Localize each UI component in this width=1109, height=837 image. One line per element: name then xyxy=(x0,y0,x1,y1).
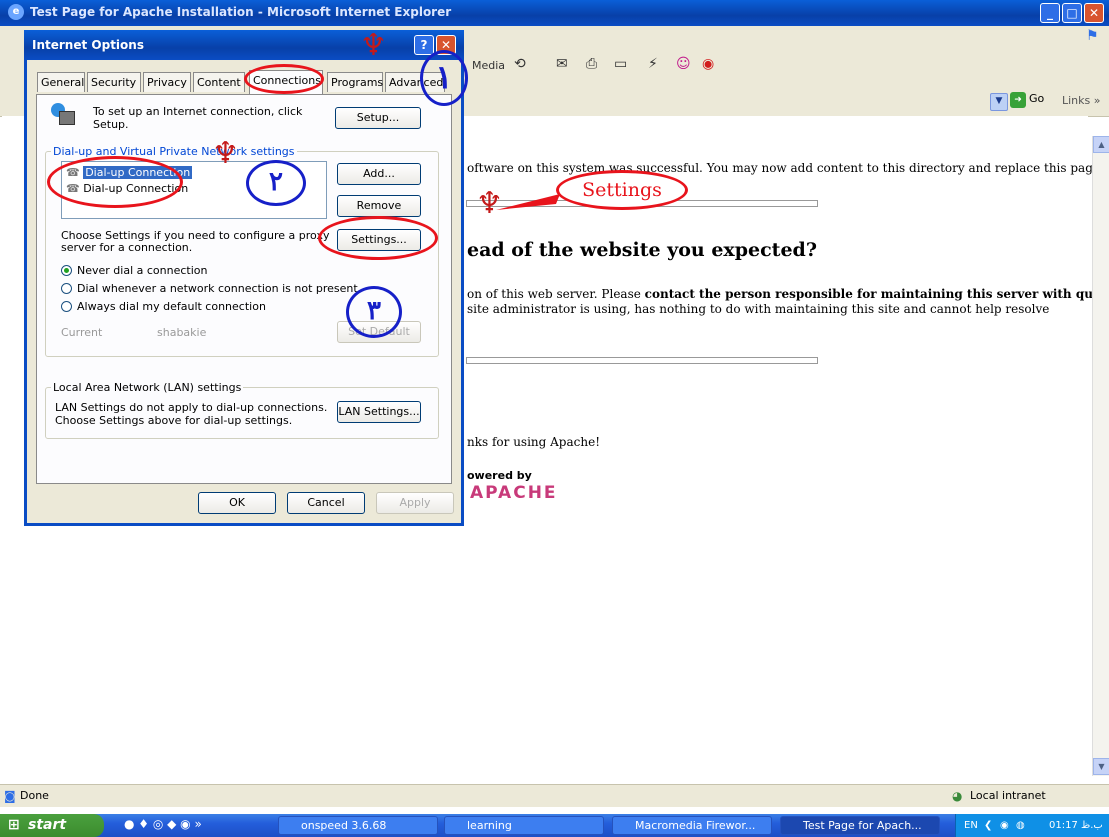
page-done-icon: ◙ xyxy=(4,789,16,803)
tab-privacy[interactable]: Privacy xyxy=(143,72,191,92)
setup-button[interactable]: Setup... xyxy=(335,107,421,129)
connections-panel: To set up an Internet connection, click … xyxy=(36,94,452,484)
devil-mascot-icon: ♆ xyxy=(212,136,239,171)
system-tray: EN ❮ ◉ ◍ 01:17 ب.ظ xyxy=(955,814,1109,837)
settings-button-highlight xyxy=(318,216,438,260)
lan-settings-button[interactable]: LAN Settings... xyxy=(337,401,421,423)
network-icon[interactable]: ◉ xyxy=(1000,814,1009,837)
task-onspeed[interactable]: onspeed 3.6.68 xyxy=(278,816,438,835)
close-button[interactable]: ✕ xyxy=(1084,3,1104,23)
zone-text: Local intranet xyxy=(970,789,1046,802)
browser-title-bar: e Test Page for Apache Installation - Mi… xyxy=(0,0,1109,26)
radio-whenever-label: Dial whenever a network connection is no… xyxy=(77,282,358,295)
edit-icon[interactable]: ▭ xyxy=(614,56,627,72)
mail-icon[interactable]: ✉ xyxy=(556,56,568,72)
tray-arrow-icon[interactable]: ❮ xyxy=(984,814,992,837)
cancel-button[interactable]: Cancel xyxy=(287,492,365,514)
task-learning[interactable]: learning xyxy=(444,816,604,835)
ie-logo-icon: e xyxy=(8,4,24,20)
dialup-group-label: Dial-up and Virtual Private Network sett… xyxy=(51,145,297,158)
yahoo-icon[interactable]: ☺ xyxy=(676,56,691,72)
windows-logo-icon: ⊞ xyxy=(8,817,20,833)
radio-always-dial[interactable] xyxy=(61,301,72,312)
connections-tab-highlight xyxy=(244,64,324,94)
maximize-button[interactable]: □ xyxy=(1062,3,1082,23)
current-label: Current xyxy=(61,326,103,339)
lan-text-2: Choose Settings above for dial-up settin… xyxy=(55,414,293,427)
dialog-title-bar: Internet Options ? ✕ xyxy=(24,30,464,60)
settings-callout: Settings xyxy=(556,170,688,210)
step-3-marker: ٣ xyxy=(346,286,402,338)
dialog-title: Internet Options xyxy=(32,38,144,52)
minimize-button[interactable]: _ xyxy=(1040,3,1060,23)
page-heading: ead of the website you expected? xyxy=(467,239,817,261)
ok-button[interactable]: OK xyxy=(198,492,276,514)
remove-button[interactable]: Remove xyxy=(337,195,421,217)
devil-mascot-icon: ♆ xyxy=(360,28,387,63)
scroll-down-icon[interactable]: ▼ xyxy=(1093,758,1109,775)
internet-connection-icon xyxy=(51,103,75,127)
paragraph-1: on of this web server. Please contact th… xyxy=(467,287,1109,301)
setup-text: To set up an Internet connection, click … xyxy=(93,105,303,131)
media-button[interactable]: Media xyxy=(472,59,505,72)
browser-title: Test Page for Apache Installation - Micr… xyxy=(30,5,452,19)
devil-mascot-icon: ♆ xyxy=(476,186,503,221)
links-button[interactable]: Links » xyxy=(1062,94,1101,107)
go-arrow-icon: ➜ xyxy=(1010,92,1026,108)
tab-programs[interactable]: Programs xyxy=(327,72,383,92)
intranet-icon: ◕ xyxy=(952,789,963,803)
clock: 01:17 ب.ظ xyxy=(1049,820,1103,831)
add-button[interactable]: Add... xyxy=(337,163,421,185)
tab-content[interactable]: Content xyxy=(193,72,245,92)
scroll-up-icon[interactable]: ▲ xyxy=(1093,136,1109,153)
task-test-page[interactable]: Test Page for Apach... xyxy=(780,816,940,835)
taskbar: ⊞ start ● ♦ ◎ ◆ ◉ » onspeed 3.6.68 learni… xyxy=(0,814,1109,837)
divider xyxy=(466,357,818,364)
tab-security[interactable]: Security xyxy=(87,72,141,92)
current-value: shabakie xyxy=(157,326,207,339)
print-icon[interactable]: ⎙ xyxy=(586,56,597,72)
go-button[interactable]: ➜ Go xyxy=(1010,92,1044,108)
paragraph-2: site administrator is using, has nothing… xyxy=(467,302,1050,316)
history-icon[interactable]: ⟲ xyxy=(514,56,526,72)
callout-pointer xyxy=(496,194,560,210)
proxy-text-2: server for a connection. xyxy=(61,241,193,254)
vertical-scrollbar[interactable]: ▲ ▼ xyxy=(1092,136,1109,776)
address-dropdown-icon[interactable]: ▼ xyxy=(990,93,1008,111)
radio-never-label: Never dial a connection xyxy=(77,264,208,277)
tab-general[interactable]: General xyxy=(37,72,85,92)
opera-icon[interactable]: ◉ xyxy=(702,56,714,72)
radio-never-dial[interactable] xyxy=(61,265,72,276)
start-button[interactable]: ⊞ start xyxy=(0,814,104,837)
status-text: Done xyxy=(20,789,49,802)
connection-list-highlight xyxy=(47,156,183,208)
tray-app-icon[interactable]: ◍ xyxy=(1016,814,1025,837)
radio-always-label: Always dial my default connection xyxy=(77,300,266,313)
radio-dial-whenever[interactable] xyxy=(61,283,72,294)
language-indicator[interactable]: EN xyxy=(964,814,978,837)
intro-line: oftware on this system was successful. Y… xyxy=(467,161,1104,175)
apply-button[interactable]: Apply xyxy=(376,492,454,514)
powered-by-text: owered by xyxy=(467,469,532,482)
lan-group-label: Local Area Network (LAN) settings xyxy=(51,381,244,394)
messenger-icon[interactable]: ⚡ xyxy=(648,56,658,72)
help-button[interactable]: ? xyxy=(414,35,434,55)
apache-logo[interactable]: APACHE xyxy=(470,483,558,503)
windows-flag-icon: ⚑ xyxy=(1086,28,1099,44)
step-2-marker: ٢ xyxy=(246,160,306,206)
lan-text-1: LAN Settings do not apply to dial-up con… xyxy=(55,401,328,414)
task-fireworks[interactable]: Macromedia Firewor... xyxy=(612,816,772,835)
thanks-text: nks for using Apache! xyxy=(467,435,601,449)
status-bar: ◙ Done ◕ Local intranet xyxy=(0,784,1109,807)
quick-launch-icons[interactable]: ● ♦ ◎ ◆ ◉ » xyxy=(124,817,202,831)
step-1-marker: ١ xyxy=(420,50,468,106)
